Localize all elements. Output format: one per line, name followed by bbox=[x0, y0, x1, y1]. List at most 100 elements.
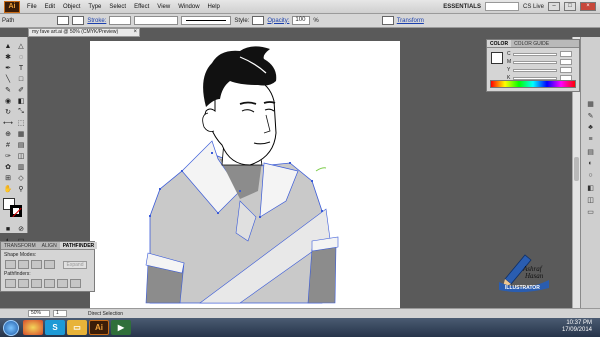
rectangle-tool-icon[interactable]: □ bbox=[15, 74, 27, 84]
skype-icon[interactable]: S bbox=[45, 320, 65, 335]
paintbrush-tool-icon[interactable]: ✎ bbox=[2, 85, 14, 95]
zoom-field[interactable]: 50% bbox=[28, 310, 50, 317]
start-button[interactable] bbox=[3, 319, 19, 336]
direct-selection-tool-icon[interactable]: △ bbox=[15, 41, 27, 51]
crop-button[interactable] bbox=[44, 279, 55, 288]
close-window-button[interactable]: × bbox=[580, 2, 596, 11]
intersect-button[interactable] bbox=[31, 260, 42, 269]
perspective-grid-tool-icon[interactable]: ▦ bbox=[15, 129, 27, 139]
tab-transform[interactable]: TRANSFORM bbox=[1, 242, 39, 249]
gradient-panel-icon[interactable]: ▤ bbox=[585, 147, 597, 156]
document-tab[interactable]: my fave art.ai @ 50% (CMYK/Preview) × bbox=[28, 28, 140, 37]
graphic-style-swatch[interactable] bbox=[252, 16, 265, 25]
transparency-panel-icon[interactable]: ◐ bbox=[585, 159, 597, 168]
maximize-button[interactable]: □ bbox=[564, 2, 576, 11]
shape-builder-tool-icon[interactable]: ⊕ bbox=[2, 129, 14, 139]
artboards-panel-icon[interactable]: ▭ bbox=[585, 207, 597, 216]
system-clock[interactable]: 10:37 PM 17/09/2014 bbox=[562, 320, 592, 334]
exclude-button[interactable] bbox=[44, 260, 55, 269]
swatches-panel-icon[interactable]: ▦ bbox=[585, 99, 597, 108]
zoom-tool-icon[interactable]: ⚲ bbox=[15, 184, 27, 194]
color-mode-icon[interactable]: ■ bbox=[2, 224, 14, 234]
slider-value-y[interactable] bbox=[560, 67, 572, 73]
slider-y[interactable] bbox=[513, 68, 557, 72]
slider-c[interactable] bbox=[513, 52, 557, 56]
expand-button[interactable]: Expand bbox=[63, 260, 87, 269]
tab-align[interactable]: ALIGN bbox=[39, 242, 60, 249]
color-panel-swatch[interactable] bbox=[491, 52, 503, 64]
page-field[interactable]: 1 bbox=[53, 310, 67, 317]
rotate-tool-icon[interactable]: ↻ bbox=[2, 107, 14, 117]
none-mode-icon[interactable]: ⊘ bbox=[15, 224, 27, 234]
slider-row-y[interactable]: Y bbox=[507, 66, 579, 74]
magic-wand-tool-icon[interactable]: ✱ bbox=[2, 52, 14, 62]
color-spectrum-bar[interactable] bbox=[490, 80, 576, 88]
artboard-tool-icon[interactable]: ⊞ bbox=[2, 173, 14, 183]
opacity-label-link[interactable]: Opacity: bbox=[267, 18, 289, 24]
menu-select[interactable]: Select bbox=[105, 4, 130, 10]
divide-button[interactable] bbox=[5, 279, 16, 288]
gradient-tool-icon[interactable]: ▤ bbox=[15, 140, 27, 150]
brush-definition-field[interactable] bbox=[181, 16, 232, 25]
illustrator-taskbar-icon[interactable]: Ai bbox=[89, 320, 109, 335]
mesh-tool-icon[interactable]: # bbox=[2, 140, 14, 150]
slider-row-c[interactable]: C bbox=[507, 50, 579, 58]
unite-button[interactable] bbox=[5, 260, 16, 269]
workspace-switcher[interactable]: ESSENTIALS bbox=[443, 4, 481, 10]
selection-tool-icon[interactable]: ▲ bbox=[2, 41, 14, 51]
fill-swatch[interactable] bbox=[57, 16, 70, 25]
menu-file[interactable]: File bbox=[23, 4, 41, 10]
variable-width-field[interactable] bbox=[134, 16, 179, 25]
fill-stroke-widget[interactable] bbox=[3, 198, 25, 218]
cs-live-button[interactable]: CS Live bbox=[523, 4, 544, 10]
file-explorer-icon[interactable]: ▭ bbox=[67, 320, 87, 335]
stroke-swatch[interactable] bbox=[72, 16, 85, 25]
outline-button[interactable] bbox=[57, 279, 68, 288]
menu-edit[interactable]: Edit bbox=[41, 4, 59, 10]
appearance-panel-icon[interactable]: ○ bbox=[585, 171, 597, 180]
media-player-icon[interactable]: ▶ bbox=[111, 320, 131, 335]
minus-front-button[interactable] bbox=[18, 260, 29, 269]
menu-effect[interactable]: Effect bbox=[130, 4, 153, 10]
minus-back-button[interactable] bbox=[70, 279, 81, 288]
free-transform-tool-icon[interactable]: ⬚ bbox=[15, 118, 27, 128]
pen-tool-icon[interactable]: ✒ bbox=[2, 63, 14, 73]
stroke-weight-field[interactable] bbox=[109, 16, 132, 25]
tab-pathfinder[interactable]: PATHFINDER bbox=[59, 242, 98, 249]
align-icon[interactable] bbox=[381, 16, 394, 25]
slice-tool-icon[interactable]: ◇ bbox=[15, 173, 27, 183]
stroke-panel-icon[interactable]: ≡ bbox=[585, 135, 597, 144]
merge-button[interactable] bbox=[31, 279, 42, 288]
menu-window[interactable]: Window bbox=[174, 4, 203, 10]
scrollbar-thumb[interactable] bbox=[574, 157, 579, 181]
artwork-illustration[interactable] bbox=[90, 41, 400, 308]
blob-brush-tool-icon[interactable]: ◉ bbox=[2, 96, 14, 106]
brushes-panel-icon[interactable]: ✎ bbox=[585, 111, 597, 120]
artboard[interactable] bbox=[90, 41, 400, 308]
hand-tool-icon[interactable]: ✋ bbox=[2, 184, 14, 194]
menu-view[interactable]: View bbox=[153, 4, 174, 10]
transform-link[interactable]: Transform bbox=[397, 18, 424, 24]
trim-button[interactable] bbox=[18, 279, 29, 288]
menu-object[interactable]: Object bbox=[59, 4, 84, 10]
minimize-button[interactable]: – bbox=[548, 2, 560, 11]
chrome-icon[interactable] bbox=[23, 320, 43, 335]
slider-value-m[interactable] bbox=[560, 59, 572, 65]
layers-panel-icon[interactable]: ◫ bbox=[585, 195, 597, 204]
menu-help[interactable]: Help bbox=[204, 4, 224, 10]
slider-value-c[interactable] bbox=[560, 51, 572, 57]
width-tool-icon[interactable]: ⟷ bbox=[2, 118, 14, 128]
graphic-styles-panel-icon[interactable]: ◧ bbox=[585, 183, 597, 192]
blend-tool-icon[interactable]: ◫ bbox=[15, 151, 27, 161]
stroke-box[interactable] bbox=[10, 205, 22, 217]
symbols-panel-icon[interactable]: ♣ bbox=[585, 123, 597, 132]
slider-m[interactable] bbox=[513, 60, 557, 64]
opacity-field[interactable]: 100 bbox=[292, 16, 311, 25]
tab-color-guide[interactable]: COLOR GUIDE bbox=[511, 40, 552, 47]
symbol-sprayer-tool-icon[interactable]: ✿ bbox=[2, 162, 14, 172]
lasso-tool-icon[interactable]: ◌ bbox=[15, 52, 27, 62]
eyedropper-tool-icon[interactable]: ✑ bbox=[2, 151, 14, 161]
tab-color[interactable]: COLOR bbox=[487, 40, 512, 47]
scale-tool-icon[interactable]: ⤡ bbox=[15, 107, 27, 117]
slider-row-m[interactable]: M bbox=[507, 58, 579, 66]
